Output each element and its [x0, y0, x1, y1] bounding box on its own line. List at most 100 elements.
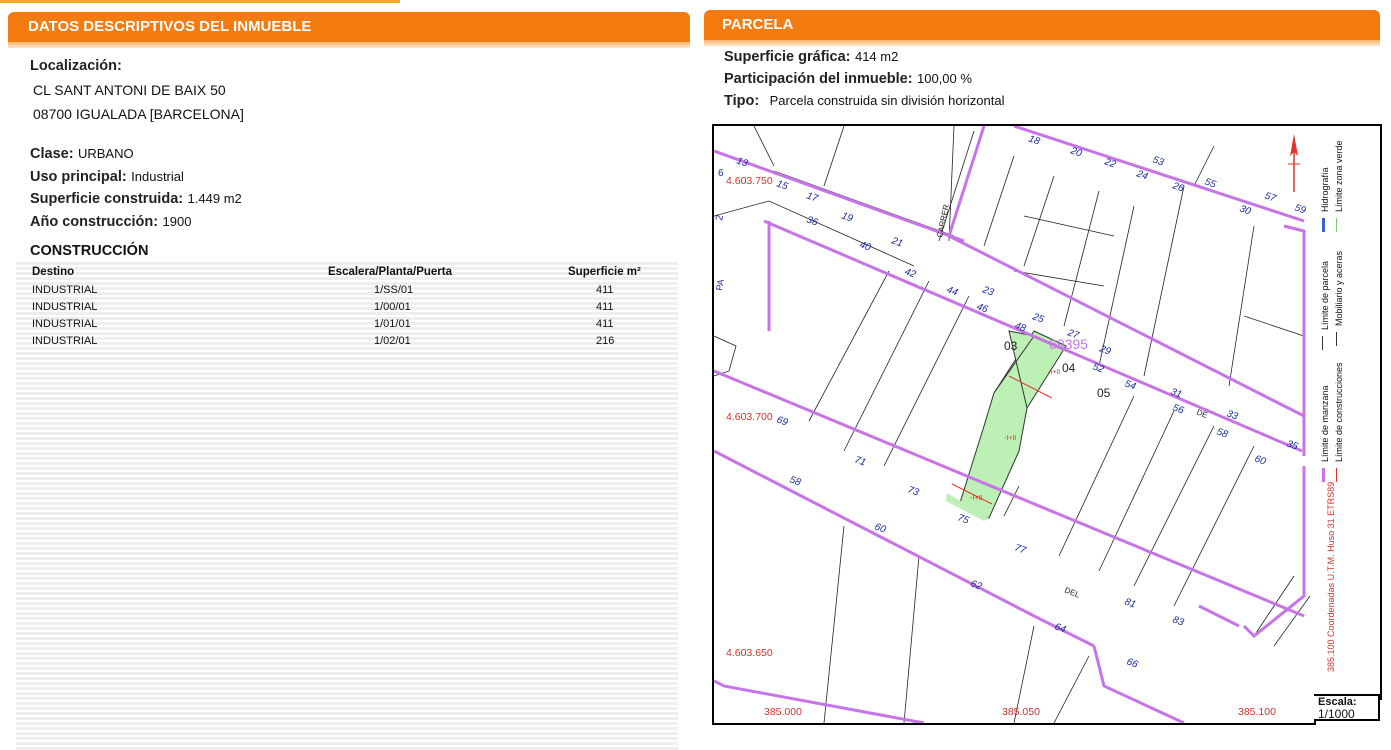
street-del: DEL: [1063, 586, 1081, 600]
legend-hidrografia: Hidrografía: [1320, 167, 1330, 212]
house-number: 36: [805, 214, 820, 228]
superficie-value: 1.449 m2: [187, 191, 242, 206]
house-number: 40: [858, 239, 873, 253]
house-number: 56: [1171, 402, 1186, 416]
legend-swatch-zona-verde: [1336, 218, 1337, 232]
house-number: 73: [906, 484, 921, 498]
uso-value: Industrial: [131, 169, 184, 184]
participacion-value: 100,00 %: [917, 71, 972, 86]
house-number: 30: [1238, 203, 1253, 217]
tipo-value: Parcela construida sin división horizont…: [769, 93, 1005, 108]
table-cell: 411: [596, 284, 614, 296]
subparcel-04: 04: [1062, 361, 1076, 375]
tipo-row: Tipo: Parcela construida sin división ho…: [724, 92, 1004, 110]
legend-zona-verde: Límite zona verde: [1334, 140, 1344, 212]
house-number: 53: [1151, 154, 1166, 168]
construccion-title: CONSTRUCCIÓN: [30, 243, 149, 259]
scale-value: 1/1000: [1318, 707, 1355, 721]
legend-mobiliario: Mobiliario y aceras: [1334, 250, 1344, 326]
house-number: 54: [1123, 378, 1138, 392]
address-line-2: 08700 IGUALADA [BARCELONA]: [33, 106, 244, 122]
map-legend: Límite de manzana Límite de parcela Hidr…: [1314, 124, 1382, 700]
map-svg: 4.603.750 4.603.700 4.603.650 385.000 38…: [714, 126, 1311, 723]
house-number: 81: [1123, 596, 1137, 610]
superficie-row: Superficie construida: 1.449 m2: [30, 190, 242, 208]
coord-x-2: 385.050: [1002, 706, 1040, 718]
house-number: 57: [1263, 190, 1278, 204]
house-number: 15: [775, 178, 790, 192]
house-number: 23: [980, 284, 996, 299]
floor-label: -I+II: [1048, 369, 1060, 376]
anio-value: 1900: [162, 214, 192, 229]
house-number: 59: [1293, 202, 1308, 216]
house-number: 69: [775, 414, 790, 428]
clase-value: URBANO: [77, 146, 134, 161]
house-number: 18: [1027, 133, 1042, 147]
coord-y-3: 4.603.650: [726, 647, 773, 659]
house-number: 44: [945, 284, 960, 298]
house-number: 66: [1125, 656, 1140, 670]
house-number: 42: [903, 266, 918, 280]
anio-row: Año construcción: 1900: [30, 213, 191, 231]
table-cell: INDUSTRIAL: [32, 335, 98, 347]
clase-label: Clase:: [30, 146, 74, 162]
side-label: 6: [718, 168, 724, 179]
top-accent-bar: [0, 0, 400, 3]
construccion-table: Destino Escalera/Planta/Puerta Superfici…: [16, 262, 678, 750]
sup-grafica-row: Superficie gráfica: 414 m2: [724, 48, 898, 66]
participacion-label: Participación del inmueble:: [724, 71, 913, 87]
table-cell: 1/01/01: [374, 318, 411, 330]
localizacion-label: Localización:: [30, 58, 122, 74]
tipo-label: Tipo:: [724, 93, 760, 109]
legend-swatch-parcela: [1322, 336, 1323, 350]
section-header-parcela: PARCELA: [704, 10, 1380, 46]
table-cell: 411: [596, 318, 614, 330]
uso-row: Uso principal: Industrial: [30, 168, 184, 186]
legend-manzana: Límite de manzana: [1320, 385, 1330, 462]
legend-construcciones: Límite de construcciones: [1334, 362, 1344, 462]
table-cell: 1/00/01: [374, 301, 411, 313]
side-label: 2: [714, 214, 726, 222]
table-cell: 1/SS/01: [374, 284, 414, 296]
address-line-1: CL SANT ANTONI DE BAIX 50: [33, 82, 226, 98]
house-number: 19: [840, 210, 855, 224]
coord-y-2: 4.603.700: [726, 411, 773, 423]
table-cell: 216: [596, 335, 615, 347]
clase-row: Clase: URBANO: [30, 145, 134, 163]
table-cell: INDUSTRIAL: [32, 284, 98, 296]
coord-x-3: 385.100: [1238, 706, 1276, 718]
side-label: PA: [714, 278, 726, 291]
legend-swatch-manzana: [1322, 468, 1325, 482]
uso-label: Uso principal:: [30, 169, 127, 185]
house-number: 58: [788, 474, 803, 488]
legend-swatch-hidrografia: [1322, 218, 1325, 232]
north-arrow-icon: [1288, 134, 1300, 192]
house-number: 13: [735, 155, 750, 169]
cadastral-map[interactable]: 4.603.750 4.603.700 4.603.650 385.000 38…: [712, 124, 1316, 725]
section-header-datos: DATOS DESCRIPTIVOS DEL INMUEBLE: [8, 12, 690, 48]
table-cell: 1/02/01: [374, 335, 411, 347]
table-cell: 411: [596, 301, 614, 313]
map-scale: Escala: 1/1000: [1314, 694, 1380, 721]
coord-x-1: 385.000: [764, 706, 802, 718]
house-number: 60: [1253, 453, 1268, 467]
house-number: 25: [1030, 311, 1046, 326]
subparcel-05: 05: [1097, 386, 1111, 400]
house-number: 62: [969, 578, 984, 592]
house-number: 71: [853, 454, 867, 468]
participacion-row: Participación del inmueble: 100,00 %: [724, 70, 972, 88]
table-cell: INDUSTRIAL: [32, 318, 98, 330]
coord-y-1: 4.603.750: [726, 175, 773, 187]
floor-label: -I+II: [970, 495, 982, 502]
table-cell: INDUSTRIAL: [32, 301, 98, 313]
house-number: 83: [1171, 614, 1186, 628]
subparcel-03: 03: [1004, 339, 1018, 353]
legend-swatch-mobiliario: [1336, 332, 1337, 346]
sup-grafica-label: Superficie gráfica:: [724, 49, 851, 65]
house-number: 64: [1053, 621, 1068, 635]
legend-parcela: Límite de parcela: [1320, 260, 1330, 330]
table-header-superficie: Superficie m²: [568, 266, 641, 278]
superficie-label: Superficie construida:: [30, 191, 184, 207]
house-number: 75: [956, 512, 971, 526]
sup-grafica-value: 414 m2: [854, 49, 899, 64]
